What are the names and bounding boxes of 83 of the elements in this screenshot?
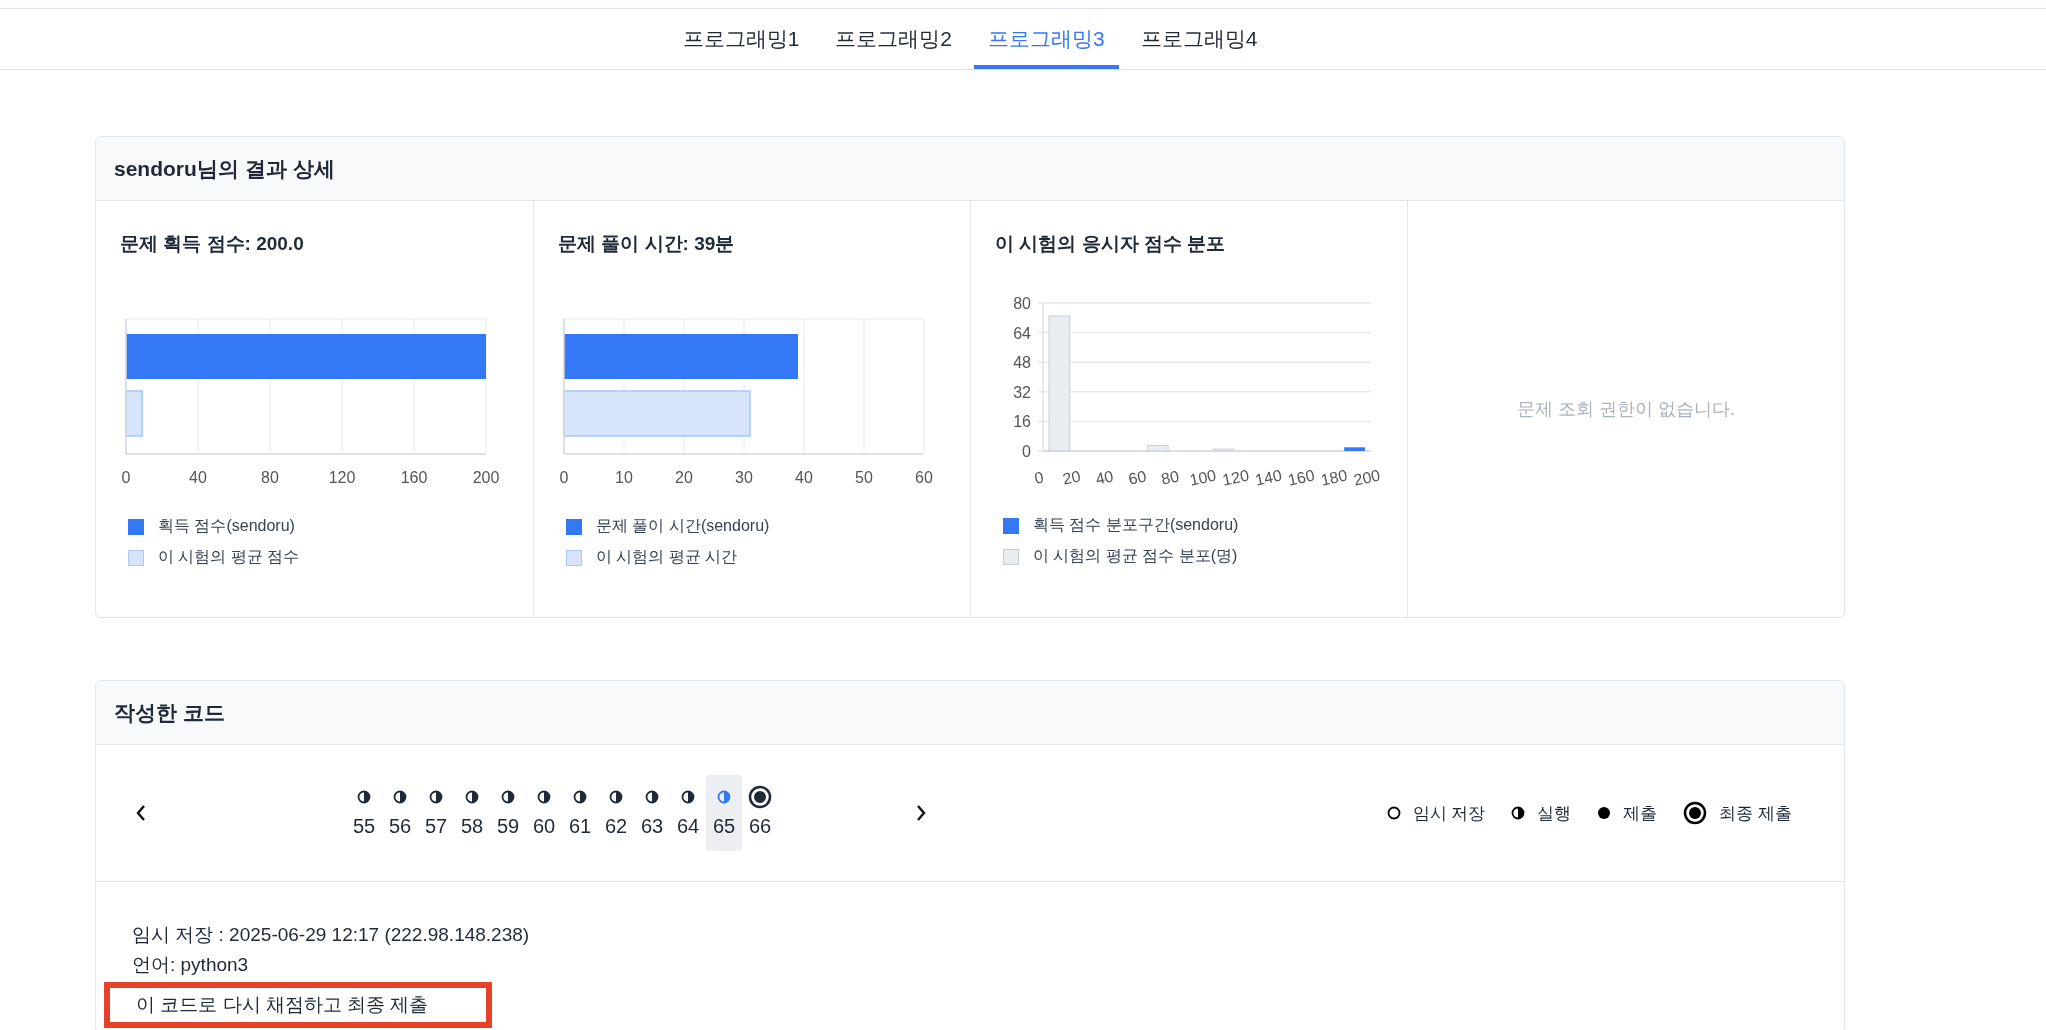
- filled-circle-icon: [1597, 806, 1612, 820]
- legend-label: 문제 풀이 시간(sendoru): [596, 516, 770, 536]
- chart-title: 이 시험의 응시자 점수 분포: [995, 232, 1227, 256]
- language-info: 언어: python3: [132, 953, 250, 977]
- tick-label: 0: [1032, 468, 1045, 487]
- legend-label: 이 시험의 평균 점수: [158, 547, 300, 567]
- chevron-right-icon: [915, 804, 927, 822]
- tick-label: 80: [261, 469, 279, 486]
- tick-label: 80: [1013, 295, 1031, 312]
- tick-label: 64: [1013, 324, 1031, 342]
- tick-label: 180: [1319, 466, 1349, 489]
- tick-label: 16: [1013, 413, 1031, 431]
- submission-item[interactable]: 61: [562, 775, 598, 851]
- tick-label: 40: [1094, 467, 1115, 488]
- tick-label: 20: [1061, 467, 1083, 488]
- tick-label: 200: [1352, 466, 1382, 489]
- chart-title: 문제 획득 점수: 200.0: [120, 232, 305, 256]
- ring-dot-icon: [748, 785, 772, 809]
- half-circle-icon: [717, 790, 731, 804]
- half-circle-icon: [645, 790, 659, 804]
- submission-item[interactable]: 64: [670, 775, 706, 851]
- tick-label: 20: [675, 469, 693, 486]
- tick-label: 48: [1013, 354, 1031, 372]
- submission-item[interactable]: 65: [706, 775, 742, 851]
- submission-item[interactable]: 66: [742, 775, 778, 851]
- card-title: 작성한 코드: [114, 699, 225, 726]
- submission-item[interactable]: 59: [490, 775, 526, 851]
- empty-circle-icon: [1386, 806, 1401, 820]
- submission-item[interactable]: 57: [418, 775, 454, 851]
- half-circle-icon: [573, 790, 587, 804]
- half-circle-icon: [393, 790, 407, 804]
- tick-label: 30: [735, 469, 753, 486]
- legend-label: 실행: [1537, 802, 1572, 825]
- submission-item[interactable]: 62: [598, 775, 634, 851]
- legend-label: 획득 점수(sendoru): [158, 516, 295, 536]
- resubmit-button[interactable]: 이 코드로 다시 채점하고 최종 제출: [104, 982, 492, 1028]
- tick-label: 60: [1126, 467, 1148, 488]
- tab[interactable]: 프로그래밍4: [1126, 9, 1272, 69]
- tab[interactable]: 프로그래밍3: [974, 9, 1119, 69]
- save-info: 임시 저장 : 2025-06-29 12:17 (222.98.148.238): [132, 923, 531, 947]
- half-circle-icon: [501, 790, 515, 804]
- legend-label: 이 시험의 평균 점수 분포(명): [1033, 546, 1238, 566]
- empty-message: 문제 조회 권한이 없습니다.: [1517, 398, 1735, 421]
- half-circle-icon: [429, 790, 443, 804]
- tick-label: 60: [915, 469, 933, 486]
- tick-label: 32: [1013, 383, 1031, 401]
- legend-label: 획득 점수 분포구간(sendoru): [1033, 515, 1239, 535]
- tick-label: 40: [795, 469, 813, 486]
- tick-label: 140: [1253, 466, 1284, 489]
- card-title: sendoru님의 결과 상세: [114, 155, 335, 182]
- tick-label: 100: [1188, 466, 1218, 489]
- ring-dot-icon: [1683, 801, 1708, 825]
- half-circle-icon: [537, 790, 551, 804]
- half-circle-icon: [357, 790, 371, 804]
- submission-item[interactable]: 55: [346, 775, 382, 851]
- tick-label: 50: [855, 469, 873, 486]
- submission-item[interactable]: 58: [454, 775, 490, 851]
- legend-label: 이 시험의 평균 시간: [596, 547, 738, 567]
- tick-label: 200: [472, 469, 500, 486]
- tab[interactable]: 프로그래밍1: [668, 9, 814, 69]
- half-circle-icon: [465, 790, 479, 804]
- tick-label: 40: [189, 469, 207, 486]
- tick-label: 120: [328, 469, 356, 486]
- legend-label: 최종 제출: [1719, 802, 1792, 825]
- half-circle-icon: [1511, 806, 1526, 820]
- tick-label: 0: [559, 469, 569, 486]
- chevron-left-icon: [135, 804, 147, 822]
- half-circle-icon: [609, 790, 623, 804]
- submission-item[interactable]: 56: [382, 775, 418, 851]
- legend-label: 임시 저장: [1412, 802, 1486, 825]
- submission-item[interactable]: 60: [526, 775, 562, 851]
- tab[interactable]: 프로그래밍2: [821, 9, 966, 69]
- tick-label: 0: [1022, 443, 1031, 460]
- tick-label: 10: [615, 469, 633, 486]
- tick-label: 0: [121, 469, 131, 486]
- tick-label: 160: [1286, 466, 1317, 489]
- chart-title: 문제 풀이 시간: 39분: [558, 232, 736, 256]
- tick-label: 120: [1220, 466, 1251, 489]
- tick-label: 160: [400, 469, 428, 486]
- tick-label: 80: [1159, 467, 1181, 488]
- submission-item[interactable]: 63: [634, 775, 670, 851]
- half-circle-icon: [681, 790, 695, 804]
- legend-label: 제출: [1623, 802, 1658, 825]
